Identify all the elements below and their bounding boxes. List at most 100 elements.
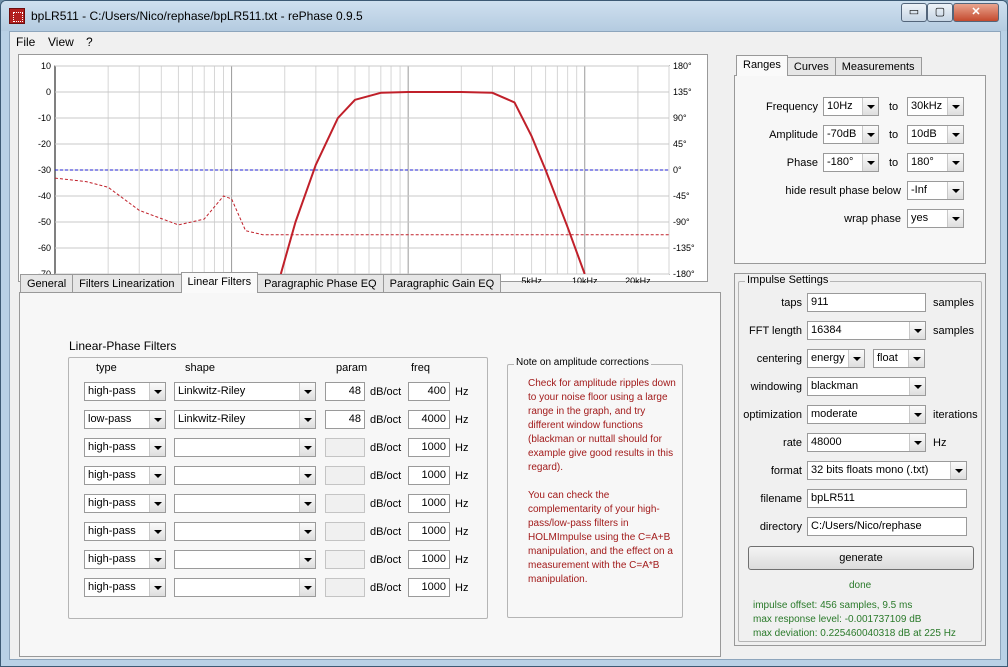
filter-shape-select[interactable]	[174, 522, 316, 541]
maximize-button[interactable]: ▢	[927, 3, 953, 22]
tab-filters-linearization[interactable]: Filters Linearization	[72, 274, 182, 293]
x-tick-label: 10kHz	[572, 276, 598, 283]
minimize-button[interactable]: ▭	[901, 3, 927, 22]
param-unit: dB/oct	[370, 442, 402, 454]
filter-type-select[interactable]: high-pass	[84, 578, 166, 597]
filter-freq-input[interactable]: 1000	[408, 466, 450, 485]
fft-unit: samples	[933, 325, 974, 337]
filter-freq-input[interactable]: 1000	[408, 438, 450, 457]
y-tick-label: -20	[38, 139, 51, 149]
filter-shape-select[interactable]: Linkwitz-Riley	[174, 410, 316, 429]
tab-measurements[interactable]: Measurements	[834, 57, 922, 76]
filter-freq-input[interactable]: 400	[408, 382, 450, 401]
filter-shape-select[interactable]: Linkwitz-Riley	[174, 382, 316, 401]
menu-file[interactable]: File	[16, 35, 35, 49]
hide-phase-select[interactable]: -Inf	[907, 181, 964, 200]
tab-linear-filters[interactable]: Linear Filters	[180, 272, 259, 293]
frequency-from-select[interactable]: 10Hz	[823, 97, 879, 116]
chevron-down-icon	[862, 98, 878, 115]
filename-input[interactable]: bpLR511	[807, 489, 967, 508]
app-window: bpLR511 - C:/Users/Nico/rephase/bpLR511.…	[0, 0, 1008, 667]
filter-freq-input[interactable]: 1000	[408, 494, 450, 513]
centering-label: centering	[756, 353, 802, 365]
param-unit: dB/oct	[370, 498, 402, 510]
filter-param-input[interactable]	[325, 578, 365, 597]
tab-ranges[interactable]: Ranges	[736, 55, 788, 76]
optimization-select[interactable]: moderate	[807, 405, 926, 424]
amplitude-to-select[interactable]: 10dB	[907, 125, 964, 144]
to-label: to	[889, 157, 899, 169]
filter-type-select[interactable]: high-pass	[84, 550, 166, 569]
header-param: param	[336, 362, 368, 374]
note-title: Note on amplitude corrections	[514, 357, 651, 368]
filter-type-select[interactable]: high-pass	[84, 382, 166, 401]
filter-shape-select[interactable]	[174, 438, 316, 457]
response-chart: 100-10-20-30-40-50-60-70180°135°90°45°0°…	[38, 61, 695, 283]
y-tick-label: -50	[38, 217, 51, 227]
directory-label: directory	[759, 521, 802, 533]
chevron-down-icon	[149, 579, 165, 596]
filter-type-select[interactable]: high-pass	[84, 522, 166, 541]
header-type: type	[96, 362, 117, 374]
phase-from-select[interactable]: -180°	[823, 153, 879, 172]
taps-input[interactable]: 911	[807, 293, 926, 312]
fft-select[interactable]: 16384	[807, 321, 926, 340]
filter-shape-select[interactable]	[174, 466, 316, 485]
y2-tick-label: -180°	[673, 269, 695, 279]
close-button[interactable]: ✕	[953, 3, 999, 22]
windowing-select[interactable]: blackman	[807, 377, 926, 396]
filter-param-input[interactable]	[325, 466, 365, 485]
chevron-down-icon	[950, 462, 966, 479]
filter-type-select[interactable]: high-pass	[84, 466, 166, 485]
chevron-down-icon	[909, 406, 925, 423]
windowing-label: windowing	[750, 381, 802, 393]
filter-param-input[interactable]	[325, 550, 365, 569]
filter-type-select[interactable]: low-pass	[84, 410, 166, 429]
header-shape: shape	[185, 362, 215, 374]
ranges-tab-bar: Ranges Curves Measurements	[736, 55, 922, 76]
directory-input[interactable]: C:/Users/Nico/rephase	[807, 517, 967, 536]
amplitude-from-select[interactable]: -70dB	[823, 125, 879, 144]
menu-help[interactable]: ?	[86, 35, 93, 49]
frequency-from-value: 10Hz	[827, 100, 853, 112]
filter-freq-input[interactable]: 4000	[408, 410, 450, 429]
rate-select[interactable]: 48000	[807, 433, 926, 452]
tab-general[interactable]: General	[20, 274, 74, 293]
menu-bar: File View ?	[10, 32, 1000, 51]
centering-mode-select[interactable]: float	[873, 349, 925, 368]
wrap-phase-select[interactable]: yes	[907, 209, 964, 228]
frequency-to-select[interactable]: 30kHz	[907, 97, 964, 116]
format-select[interactable]: 32 bits floats mono (.txt)	[807, 461, 967, 480]
filter-type-select[interactable]: high-pass	[84, 494, 166, 513]
tab-curves[interactable]: Curves	[786, 57, 836, 76]
param-unit: dB/oct	[370, 386, 402, 398]
max-deviation-text: max deviation: 0.225460040318 dB at 225 …	[753, 628, 956, 639]
filter-param-input[interactable]: 48	[325, 410, 365, 429]
filter-shape-select[interactable]	[174, 578, 316, 597]
filter-param-input[interactable]	[325, 522, 365, 541]
filter-param-input[interactable]: 48	[325, 382, 365, 401]
filter-freq-input[interactable]: 1000	[408, 578, 450, 597]
filter-shape-select[interactable]	[174, 550, 316, 569]
filter-param-input[interactable]	[325, 494, 365, 513]
filter-freq-input[interactable]: 1000	[408, 522, 450, 541]
filter-param-input[interactable]	[325, 438, 365, 457]
filter-freq-input[interactable]: 1000	[408, 550, 450, 569]
filter-shape-select[interactable]	[174, 494, 316, 513]
centering-select[interactable]: energy	[807, 349, 865, 368]
response-graph[interactable]: 100-10-20-30-40-50-60-70180°135°90°45°0°…	[18, 54, 708, 283]
chevron-down-icon	[908, 350, 924, 367]
generate-button[interactable]: generate	[748, 546, 974, 570]
to-label: to	[889, 129, 899, 141]
tab-paragraphic-gain-eq[interactable]: Paragraphic Gain EQ	[382, 274, 502, 293]
optimization-unit: iterations	[933, 409, 978, 421]
menu-view[interactable]: View	[48, 35, 74, 49]
chevron-down-icon	[299, 495, 315, 512]
filter-type-select[interactable]: high-pass	[84, 438, 166, 457]
param-unit: dB/oct	[370, 414, 402, 426]
chevron-down-icon	[299, 523, 315, 540]
phase-to-select[interactable]: 180°	[907, 153, 964, 172]
impulse-title: Impulse Settings	[745, 274, 831, 286]
tab-paragraphic-phase-eq[interactable]: Paragraphic Phase EQ	[257, 274, 384, 293]
filter-type-value: high-pass	[88, 525, 136, 537]
